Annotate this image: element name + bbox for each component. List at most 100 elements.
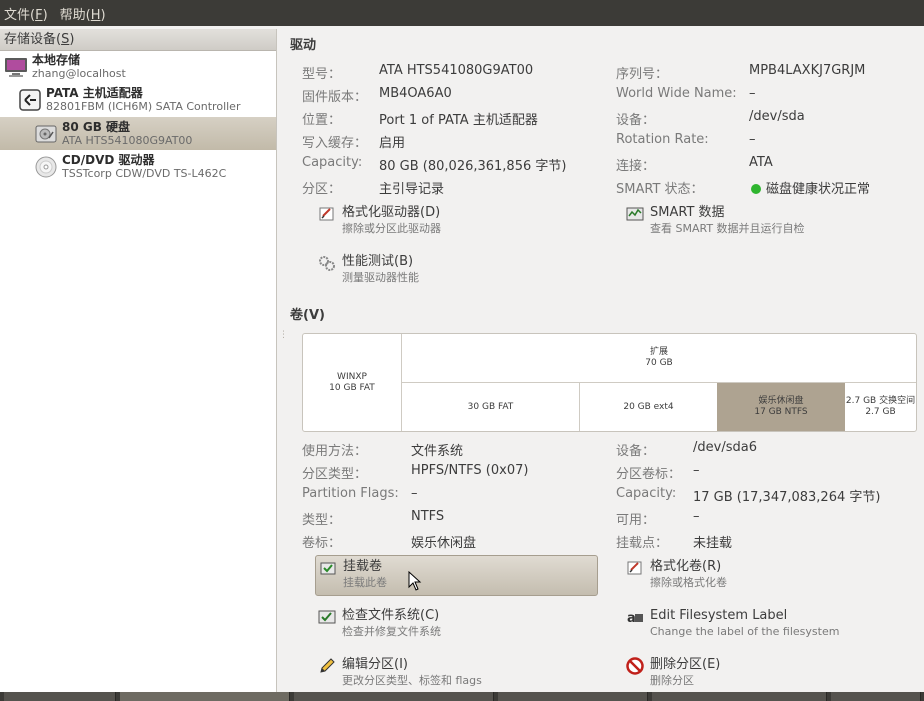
drive-partitioning-value: 主引导记录 — [379, 182, 445, 197]
delete-icon — [626, 657, 644, 675]
tree-item-pata-adapter[interactable]: PATA 主机适配器 82801FBM (ICH6M) SATA Control… — [0, 83, 276, 117]
vol-partition-label-value: – — [693, 463, 700, 478]
delete-partition-desc: 删除分区 — [650, 674, 694, 687]
volume-fat30[interactable]: 30 GB FAT — [402, 383, 579, 431]
volume-extended-name: 扩展 — [649, 347, 668, 357]
drive-model-value: ATA HTS541080G9AT00 — [379, 63, 534, 78]
volume-ext4[interactable]: 20 GB ext4 — [580, 383, 717, 431]
volume-ntfs-size: 17 GB NTFS — [754, 407, 808, 417]
vol-capacity-value: 17 GB (17,347,083,264 字节) — [693, 490, 881, 505]
drive-connection-label: 连接： — [616, 159, 656, 174]
volume-extended[interactable]: 扩展 70 GB — [402, 334, 916, 382]
vol-partition-type-label: 分区类型： — [302, 467, 368, 482]
vol-available-label: 可用： — [616, 513, 656, 528]
menu-help-accel: H — [90, 7, 101, 23]
edit-partition-desc: 更改分区类型、标签和 flags — [342, 674, 482, 687]
sidebar-header[interactable]: 存储设备(S) — [0, 29, 276, 51]
edit-filesystem-label-title: Edit Filesystem Label — [650, 608, 788, 623]
tree-item-title: CD/DVD 驱动器 — [62, 153, 155, 167]
tree-item-cd-dvd-drive[interactable]: CD/DVD 驱动器 TSSTcorp CDW/DVD TS-L462C — [0, 150, 276, 184]
volume-swap-name: 2.7 GB 交换空间 — [845, 396, 916, 406]
format-drive-button[interactable]: 格式化驱动器(D) 擦除或分区此驱动器 — [318, 205, 441, 236]
smart-data-title: SMART 数据 — [650, 205, 725, 220]
volume-winxp[interactable]: WINXP 10 GB FAT — [303, 334, 401, 431]
harddisk-icon — [35, 125, 57, 142]
format-volume-button[interactable]: 格式化卷(R) 擦除或格式化卷 — [626, 559, 727, 590]
menu-help[interactable]: 帮助(H) — [60, 4, 106, 23]
vol-flags-label: Partition Flags: — [302, 486, 399, 501]
tree-item-local-storage[interactable]: 本地存储 zhang@localhost — [0, 51, 276, 83]
menu-file-accel: F — [35, 7, 43, 23]
edit-partition-title: 编辑分区(I) — [342, 657, 408, 672]
tree-item-subtitle: 82801FBM (ICH6M) SATA Controller — [46, 100, 241, 113]
optical-disc-icon — [35, 156, 57, 178]
drive-rotation-value: – — [749, 132, 756, 147]
vol-type-value: NTFS — [411, 509, 445, 524]
delete-partition-button[interactable]: 删除分区(E) 删除分区 — [626, 657, 720, 688]
mouse-cursor-icon — [408, 571, 422, 591]
drive-write-cache-value: 启用 — [379, 136, 406, 151]
drive-firmware-label: 固件版本： — [302, 90, 368, 105]
drive-connection-value: ATA — [749, 155, 773, 170]
mount-volume-button[interactable]: 挂载卷 挂载此卷 — [315, 555, 598, 596]
tree-item-subtitle: TSSTcorp CDW/DVD TS-L462C — [62, 167, 227, 180]
volume-swap[interactable]: 2.7 GB 交换空间 2.7 GB — [845, 383, 916, 431]
drive-wwn-value: – — [749, 86, 756, 101]
drive-capacity-value: 80 GB (80,026,361,856 字节) — [379, 159, 567, 174]
tree-item-80gb-disk[interactable]: 80 GB 硬盘 ATA HTS541080G9AT00 — [0, 117, 276, 150]
tree-item-subtitle: ATA HTS541080G9AT00 — [62, 133, 193, 147]
tree-item-subtitle: zhang@localhost — [32, 67, 126, 80]
vol-type-label: 类型： — [302, 513, 342, 528]
taskbar-button[interactable] — [498, 692, 648, 701]
taskbar-button[interactable] — [4, 692, 116, 701]
edit-filesystem-label-button[interactable]: a Edit Filesystem Label Change the label… — [626, 608, 839, 639]
smart-data-button[interactable]: SMART 数据 查看 SMART 数据并且运行自检 — [626, 205, 805, 236]
taskbar-button[interactable] — [652, 692, 827, 701]
computer-icon — [5, 58, 27, 77]
menu-help-label: 帮助( — [59, 7, 91, 23]
benchmark-button[interactable]: 性能测试(B) 测量驱动器性能 — [318, 254, 419, 285]
drive-location-value: Port 1 of PATA 主机适配器 — [379, 113, 538, 128]
vol-label-value: 娱乐休闲盘 — [411, 536, 477, 551]
drive-serial-label: 序列号： — [616, 67, 669, 82]
benchmark-gears-icon — [319, 256, 335, 271]
sidebar-header-tail: ) — [69, 32, 75, 47]
volume-ext4-size: 20 GB ext4 — [623, 401, 674, 412]
vol-capacity-label: Capacity: — [616, 486, 677, 501]
vol-flags-value: – — [411, 486, 418, 501]
taskbar-button-active[interactable] — [120, 692, 290, 701]
pencil-icon — [320, 658, 335, 673]
mount-volume-title: 挂载卷 — [343, 559, 383, 574]
format-volume-desc: 擦除或格式化卷 — [650, 576, 727, 589]
volume-ntfs-selected[interactable]: 娱乐休闲盘 17 GB NTFS — [717, 383, 845, 431]
tree-item-title: 80 GB 硬盘 — [62, 119, 131, 134]
drive-location-label: 位置： — [302, 113, 342, 128]
vol-mount-point-value: 未挂载 — [693, 536, 733, 551]
edit-partition-button[interactable]: 编辑分区(I) 更改分区类型、标签和 flags — [318, 657, 482, 688]
drive-model-label: 型号： — [302, 67, 342, 82]
vol-mount-point-label: 挂载点： — [616, 536, 669, 551]
mount-volume-icon — [320, 562, 336, 575]
menubar: 文件(F) 帮助(H) — [0, 0, 924, 26]
check-filesystem-icon — [318, 610, 336, 624]
benchmark-title: 性能测试(B) — [342, 254, 414, 269]
tree-item-title: PATA 主机适配器 — [46, 86, 143, 100]
menu-help-tail: ) — [100, 7, 106, 23]
volume-winxp-name: WINXP — [337, 371, 367, 382]
check-filesystem-desc: 检查并修复文件系统 — [342, 625, 441, 638]
menu-file[interactable]: 文件(F) — [4, 4, 48, 23]
vol-label-label: 卷标： — [302, 536, 342, 551]
smart-data-desc: 查看 SMART 数据并且运行自检 — [650, 222, 805, 235]
benchmark-desc: 测量驱动器性能 — [342, 271, 419, 284]
smart-data-icon — [626, 207, 644, 221]
menu-file-tail: ) — [42, 7, 48, 23]
taskbar-button[interactable] — [294, 692, 494, 701]
taskbar-button[interactable] — [831, 692, 921, 701]
sidebar-header-label: 存储设备( — [4, 32, 62, 47]
drive-serial-value: MPB4LAXKJ7GRJM — [749, 63, 866, 78]
volume-swap-size: 2.7 GB — [865, 407, 896, 417]
check-filesystem-button[interactable]: 检查文件系统(C) 检查并修复文件系统 — [318, 608, 441, 639]
drive-smart-label: SMART 状态： — [616, 182, 704, 197]
format-drive-desc: 擦除或分区此驱动器 — [342, 222, 441, 235]
details-panel: 驱动 型号： ATA HTS541080G9AT00 固件版本： MB4OA6A… — [278, 29, 924, 692]
